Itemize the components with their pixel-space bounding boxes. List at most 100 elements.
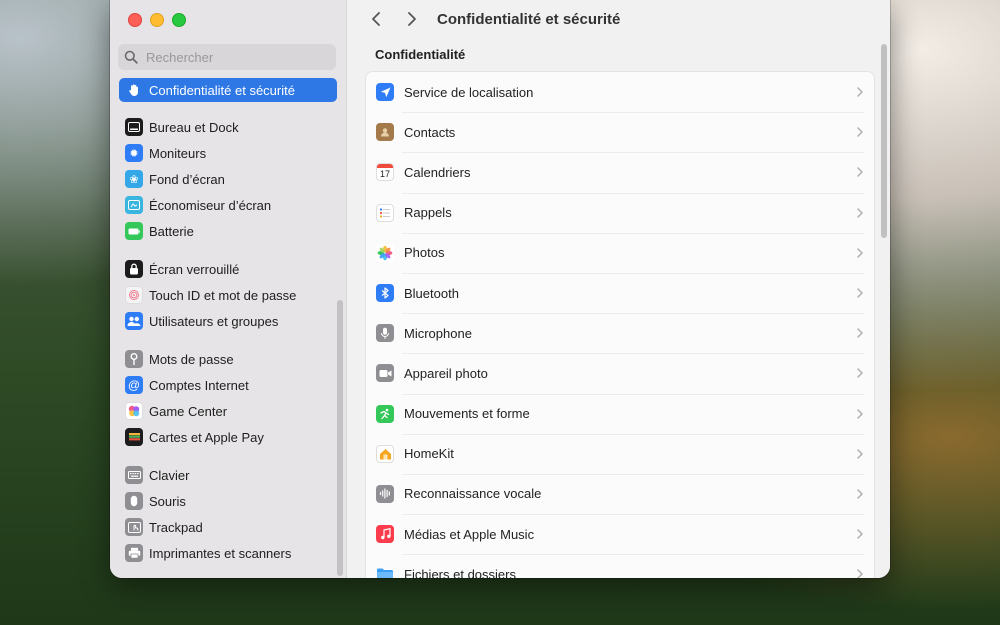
lock-icon xyxy=(125,260,143,278)
sidebar-item-batterie[interactable]: Batterie xyxy=(119,218,337,244)
sidebar-item-moniteurs[interactable]: ✹ Moniteurs xyxy=(119,140,337,166)
contacts-icon xyxy=(376,123,394,142)
search-icon xyxy=(124,50,138,64)
microphone-icon xyxy=(376,324,394,343)
close-button[interactable] xyxy=(128,13,142,27)
row-photos[interactable]: Photos xyxy=(366,232,874,273)
trackpad-icon xyxy=(125,518,143,536)
sidebar: Confidentialité et sécurité Bureau et Do… xyxy=(110,0,347,578)
sidebar-item-label: Imprimantes et scanners xyxy=(149,545,292,561)
mouse-icon xyxy=(125,492,143,510)
row-bluetooth[interactable]: Bluetooth xyxy=(366,272,874,313)
at-icon: @ xyxy=(125,376,143,394)
sidebar-item-imprimantes[interactable]: Imprimantes et scanners xyxy=(119,540,337,566)
flower-icon: ❀ xyxy=(125,170,143,188)
key-icon xyxy=(125,350,143,368)
row-localisation[interactable]: Service de localisation xyxy=(366,72,874,112)
hand-icon xyxy=(125,81,143,99)
sidebar-item-utilisateurs[interactable]: Utilisateurs et groupes xyxy=(119,308,337,334)
sidebar-scrollbar[interactable] xyxy=(337,300,343,576)
row-fichiers-dossiers[interactable]: Fichiers et dossiers xyxy=(366,554,874,578)
sidebar-item-label: Clavier xyxy=(149,467,190,483)
bluetooth-icon xyxy=(376,284,394,303)
search-input[interactable] xyxy=(144,48,328,66)
sidebar-item-label: Écran verrouillé xyxy=(149,261,240,277)
zoom-button[interactable] xyxy=(172,13,186,27)
main-pane: Confidentialité et sécurité Confidential… xyxy=(347,0,890,578)
row-calendriers[interactable]: 17 Calendriers xyxy=(366,152,874,192)
forward-button[interactable] xyxy=(401,8,423,30)
sidebar-item-ecran-verrouille[interactable]: Écran verrouillé xyxy=(119,256,337,282)
sidebar-item-mots-de-passe[interactable]: Mots de passe xyxy=(119,346,337,372)
main-scrollbar[interactable] xyxy=(881,44,887,238)
sidebar-item-comptes-internet[interactable]: @ Comptes Internet xyxy=(119,372,337,398)
chevron-right-icon xyxy=(857,167,863,178)
calendar-day: 17 xyxy=(379,169,390,180)
row-microphone[interactable]: Microphone xyxy=(366,313,874,353)
row-label: Bluetooth xyxy=(404,285,459,301)
sidebar-item-label: Comptes Internet xyxy=(149,377,249,393)
row-homekit[interactable]: HomeKit xyxy=(366,433,874,474)
dock-icon xyxy=(125,118,143,136)
fingerprint-icon xyxy=(125,286,143,304)
chevron-right-icon xyxy=(857,529,863,539)
sidebar-item-souris[interactable]: Souris xyxy=(119,488,337,514)
sidebar-item-touch-id[interactable]: Touch ID et mot de passe xyxy=(119,282,337,308)
row-medias-apple-music[interactable]: Médias et Apple Music xyxy=(366,514,874,554)
chevron-left-icon xyxy=(372,12,380,26)
window-controls xyxy=(128,13,186,27)
chevron-right-icon xyxy=(857,449,863,459)
row-appareil-photo[interactable]: Appareil photo xyxy=(366,353,874,393)
location-arrow-icon xyxy=(376,83,394,102)
camera-icon xyxy=(376,364,394,383)
chevron-right-icon xyxy=(857,87,863,97)
row-label: Calendriers xyxy=(404,164,471,180)
chevron-right-icon xyxy=(857,288,863,298)
sidebar-item-label: Mots de passe xyxy=(149,351,234,367)
sidebar-item-label: Trackpad xyxy=(149,519,203,535)
row-contacts[interactable]: Contacts xyxy=(366,112,874,152)
screensaver-icon xyxy=(125,196,143,214)
section-title: Confidentialité xyxy=(375,47,466,62)
chevron-right-icon xyxy=(408,12,416,26)
page-title: Confidentialité et sécurité xyxy=(437,10,621,28)
toolbar: Confidentialité et sécurité xyxy=(347,0,890,38)
row-reconnaissance-vocale[interactable]: Reconnaissance vocale xyxy=(366,473,874,514)
sidebar-item-label: Souris xyxy=(149,493,186,509)
chevron-right-icon xyxy=(857,569,863,578)
sidebar-item-clavier[interactable]: Clavier xyxy=(119,462,337,488)
sidebar-item-cartes-apple-pay[interactable]: Cartes et Apple Pay xyxy=(119,424,337,450)
chevron-right-icon xyxy=(857,328,863,338)
battery-icon xyxy=(125,222,143,240)
privacy-list: Service de localisation Contacts 17 Cale… xyxy=(365,71,875,578)
chevron-right-icon xyxy=(857,248,863,258)
sidebar-item-label: Moniteurs xyxy=(149,145,207,161)
sidebar-item-bureau-dock[interactable]: Bureau et Dock xyxy=(119,114,337,140)
row-label: Photos xyxy=(404,245,445,261)
sidebar-item-economiseur[interactable]: Économiseur d’écran xyxy=(119,192,337,218)
sidebar-list: Confidentialité et sécurité Bureau et Do… xyxy=(110,78,346,566)
back-button[interactable] xyxy=(365,8,387,30)
row-mouvements[interactable]: Mouvements et forme xyxy=(366,393,874,434)
home-icon xyxy=(376,444,394,463)
row-rappels[interactable]: Rappels xyxy=(366,192,874,233)
sidebar-item-label: Confidentialité et sécurité xyxy=(149,82,295,98)
sidebar-item-label: Game Center xyxy=(149,403,228,419)
sidebar-item-label: Utilisateurs et groupes xyxy=(149,313,279,329)
sidebar-item-game-center[interactable]: Game Center xyxy=(119,398,337,424)
chevron-right-icon xyxy=(857,368,863,379)
minimize-button[interactable] xyxy=(150,13,164,27)
chevron-right-icon xyxy=(857,207,863,218)
sidebar-item-trackpad[interactable]: Trackpad xyxy=(119,514,337,540)
chevron-right-icon xyxy=(857,127,863,138)
settings-window: Confidentialité et sécurité Bureau et Do… xyxy=(110,0,890,578)
sidebar-item-fond-ecran[interactable]: ❀ Fond d’écran xyxy=(119,166,337,192)
keyboard-icon xyxy=(125,466,143,484)
row-label: Rappels xyxy=(404,205,452,221)
row-label: Reconnaissance vocale xyxy=(404,486,542,502)
row-label: HomeKit xyxy=(404,446,454,462)
sidebar-item-label: Économiseur d’écran xyxy=(149,197,272,213)
sidebar-item-confidentialite[interactable]: Confidentialité et sécurité xyxy=(119,78,337,102)
sidebar-item-label: Bureau et Dock xyxy=(149,119,239,135)
search-box[interactable] xyxy=(118,44,336,70)
